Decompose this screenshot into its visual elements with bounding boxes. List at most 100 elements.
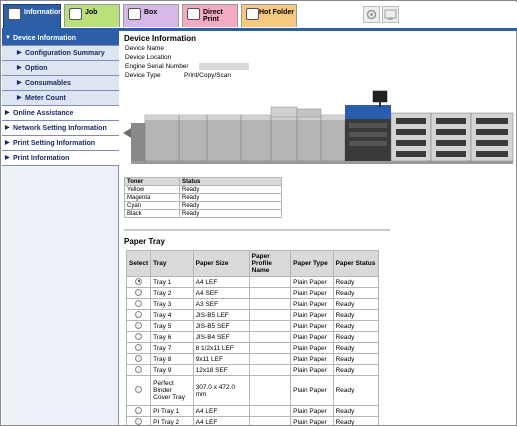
tray-select-radio[interactable] xyxy=(135,277,143,285)
printer-illustration xyxy=(123,90,514,164)
sidebar-item-label: Option xyxy=(25,65,48,72)
table-row: Black Ready xyxy=(124,209,282,218)
column-header: Paper Status xyxy=(332,250,380,277)
select-cell xyxy=(125,331,152,343)
table-row: Tray 8 9x11 LEF Plain Paper Ready xyxy=(125,353,380,365)
paper-type-cell: Plain Paper xyxy=(290,342,334,354)
tray-name-cell: Tray 3 xyxy=(150,298,194,310)
sidebar-item-option[interactable]: ▶ Option xyxy=(2,61,119,76)
paper-type-cell: Plain Paper xyxy=(290,416,334,425)
tray-select-radio[interactable] xyxy=(135,406,143,414)
sidebar-item-label: Device Information xyxy=(13,35,77,42)
paper-size-cell: A4 LEF xyxy=(192,416,250,425)
sidebar-item-label: Meter Count xyxy=(25,95,66,102)
tray-select-radio[interactable] xyxy=(135,321,143,329)
sidebar-menu: ▼ Device Information ▶ Configuration Summar… xyxy=(2,31,119,425)
tray-select-radio[interactable] xyxy=(135,354,143,362)
tray-name-cell: Tray 7 xyxy=(150,342,194,354)
paper-status-cell: Ready xyxy=(332,416,380,425)
table-row: Tray 6 JIS-B4 SEF Plain Paper Ready xyxy=(125,331,380,343)
information-icon xyxy=(8,8,21,20)
paper-status-cell: Ready xyxy=(332,405,380,417)
tab-information[interactable]: Information xyxy=(3,4,63,29)
display-tool-icon[interactable] xyxy=(382,6,399,23)
select-cell xyxy=(125,298,152,310)
toner-color-cell: Cyan xyxy=(124,201,180,210)
tab-box[interactable]: Box xyxy=(123,4,179,27)
select-cell xyxy=(125,342,152,354)
caret-right-icon: ▶ xyxy=(5,155,10,161)
paper-profile-cell xyxy=(248,309,292,321)
paper-status-cell: Ready xyxy=(332,320,380,332)
tray-select-radio[interactable] xyxy=(135,310,143,318)
caret-right-icon: ▶ xyxy=(5,140,10,146)
table-row: Yellow Ready xyxy=(124,185,282,194)
paper-type-cell: Plain Paper xyxy=(290,276,334,288)
sidebar-item-print-information[interactable]: ▶ Print Information xyxy=(2,151,119,166)
paper-profile-cell xyxy=(248,416,292,425)
paper-size-cell: 9x11 LEF xyxy=(192,353,250,365)
paper-type-cell: Plain Paper xyxy=(290,287,334,299)
box-icon xyxy=(128,8,141,20)
paper-size-cell: JIS-B5 SEF xyxy=(192,320,250,332)
tab-label: Job xyxy=(85,9,98,16)
sidebar-item-consumables[interactable]: ▶ Consumables xyxy=(2,76,119,91)
table-row: Tray 9 12x18 SEF Plain Paper Ready xyxy=(125,364,380,376)
column-header: Tray xyxy=(150,250,194,277)
hot-folder-icon xyxy=(246,8,259,20)
toner-status-cell: Ready xyxy=(179,193,282,202)
browser-frame: Information Job Box Direct Print Hot Fol… xyxy=(0,0,517,426)
caret-down-icon: ▼ xyxy=(5,35,11,41)
paper-size-cell: 8 1/2x11 LEF xyxy=(192,342,250,354)
sidebar-item-network-setting-information[interactable]: ▶ Network Setting Information xyxy=(2,121,119,136)
paper-profile-cell xyxy=(248,342,292,354)
tray-name-cell: PI Tray 1 xyxy=(150,405,194,417)
paper-size-cell: A4 LEF xyxy=(192,405,250,417)
tray-select-radio[interactable] xyxy=(135,288,143,296)
paper-type-cell: Plain Paper xyxy=(290,309,334,321)
tab-label: Direct Print xyxy=(203,9,223,23)
toner-table: Toner Status Yellow Ready Magenta Ready Cyan… xyxy=(124,177,282,218)
settings-tool-icon[interactable] xyxy=(363,6,380,23)
sidebar-item-configuration-summary[interactable]: ▶ Configuration Summary xyxy=(2,46,119,61)
tray-select-radio[interactable] xyxy=(135,332,143,340)
tray-select-radio[interactable] xyxy=(135,299,143,307)
info-label: Device Type xyxy=(125,72,161,79)
toner-status-cell: Ready xyxy=(179,201,282,210)
sidebar-item-label: Online Assistance xyxy=(13,110,74,117)
paper-size-cell: A4 SEF xyxy=(192,287,250,299)
paper-status-cell: Ready xyxy=(332,364,380,376)
paper-size-cell: A4 LEF xyxy=(192,276,250,288)
tray-select-radio[interactable] xyxy=(135,417,143,425)
toner-color-cell: Black xyxy=(124,209,180,218)
device-information-title: Device Information xyxy=(124,34,197,43)
tab-hot-folder[interactable]: Hot Folder xyxy=(241,4,297,27)
job-icon xyxy=(69,8,82,20)
paper-status-cell: Ready xyxy=(332,298,380,310)
redacted-value xyxy=(199,63,249,70)
paper-profile-cell xyxy=(248,276,292,288)
paper-profile-cell xyxy=(248,287,292,299)
paper-status-cell: Ready xyxy=(332,331,380,343)
tray-select-radio[interactable] xyxy=(135,365,143,373)
info-label: Device Name xyxy=(125,45,165,52)
paper-type-cell: Plain Paper xyxy=(290,331,334,343)
tray-select-radio[interactable] xyxy=(135,386,143,393)
tray-select-radio[interactable] xyxy=(135,343,143,351)
tray-name-cell: Tray 4 xyxy=(150,309,194,321)
main-content: Device Information Device Name Device Lo… xyxy=(121,31,516,425)
paper-size-cell: 12x18 SEF xyxy=(192,364,250,376)
paper-size-cell: 307.0 x 472.0 mm xyxy=(192,375,250,406)
sidebar-item-device-information[interactable]: ▼ Device Information xyxy=(2,31,119,46)
sidebar-item-meter-count[interactable]: ▶ Meter Count xyxy=(2,91,119,106)
tab-direct-print[interactable]: Direct Print xyxy=(182,4,238,27)
column-header: Paper Type xyxy=(290,250,334,277)
sidebar-item-online-assistance[interactable]: ▶ Online Assistance xyxy=(2,106,119,121)
table-header-row: Toner Status xyxy=(124,177,282,186)
caret-right-icon: ▶ xyxy=(17,50,22,56)
sidebar-item-print-setting-information[interactable]: ▶ Print Setting Information xyxy=(2,136,119,151)
paper-status-cell: Ready xyxy=(332,309,380,321)
tab-job[interactable]: Job xyxy=(64,4,120,27)
tray-name-cell: Tray 6 xyxy=(150,331,194,343)
toner-color-cell: Magenta xyxy=(124,193,180,202)
